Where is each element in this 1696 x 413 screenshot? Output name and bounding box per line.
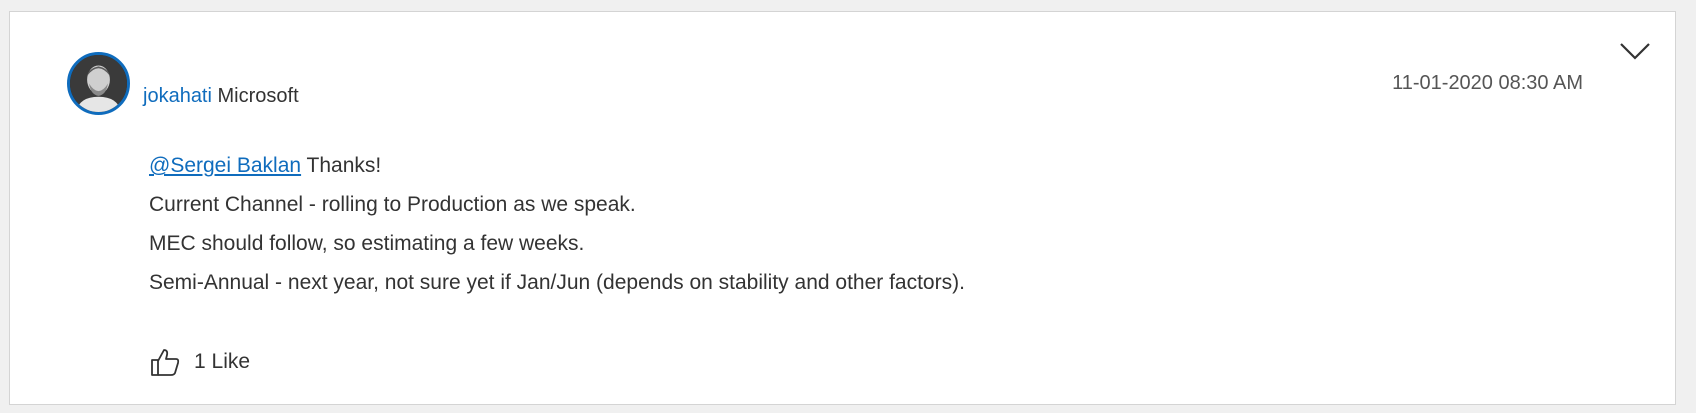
post-body: @Sergei Baklan Thanks! Current Channel -…: [149, 146, 965, 302]
mention-link[interactable]: @Sergei Baklan: [149, 154, 301, 177]
avatar[interactable]: [67, 52, 130, 115]
author-name-link[interactable]: jokahati: [143, 85, 212, 107]
avatar-photo-icon: [70, 55, 127, 112]
post-body-line: MEC should follow, so estimating a few w…: [149, 232, 585, 255]
post-body-line: Current Channel - rolling to Production …: [149, 193, 636, 216]
post-body-line: @Sergei Baklan Thanks!: [149, 146, 965, 185]
reply-card: jokahati Microsoft 11-01-2020 08:30 AM @…: [9, 11, 1676, 405]
post-timestamp: 11-01-2020 08:30 AM: [1392, 72, 1583, 94]
thumbs-up-icon[interactable]: [149, 346, 181, 378]
like-count[interactable]: 1 Like: [194, 350, 250, 374]
author-affiliation: Microsoft: [217, 85, 299, 107]
post-body-text: Thanks!: [301, 154, 382, 177]
post-body-line: Semi-Annual - next year, not sure yet if…: [149, 271, 965, 294]
chevron-down-icon[interactable]: [1617, 39, 1653, 63]
like-bar: 1 Like: [149, 345, 250, 379]
author-line: jokahati Microsoft: [143, 84, 299, 108]
